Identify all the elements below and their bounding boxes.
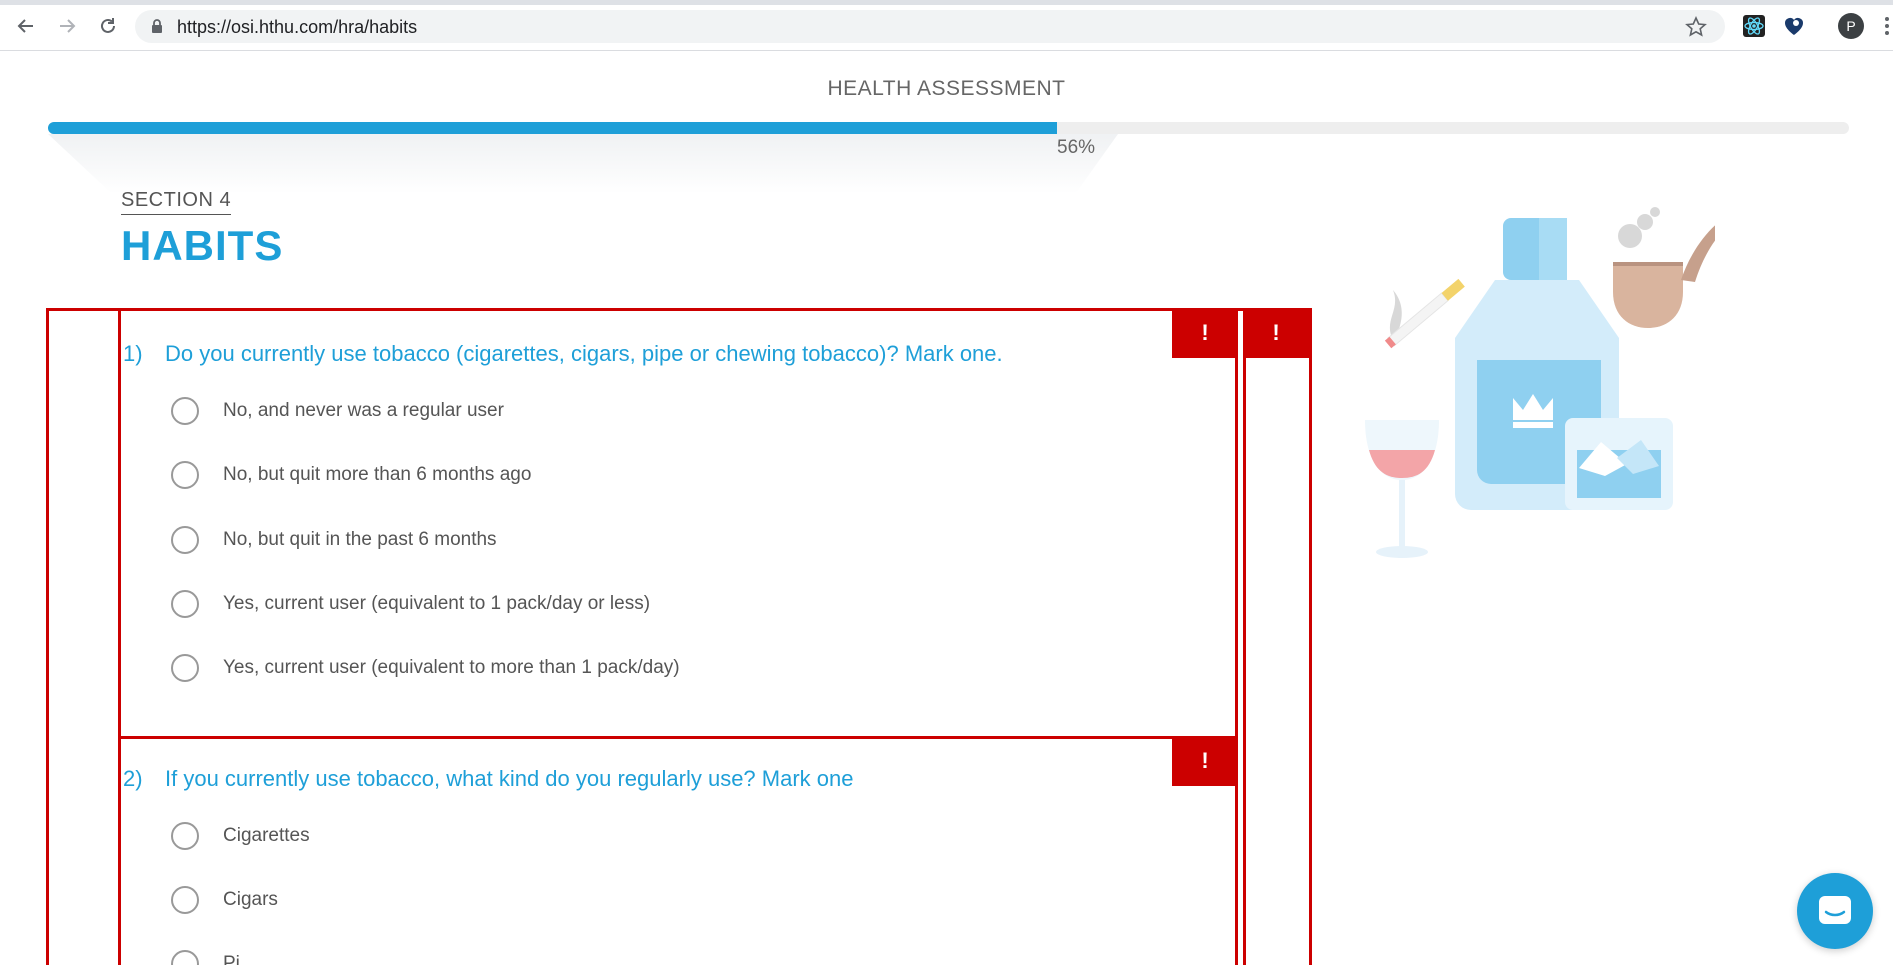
question-2-option[interactable]: Pi... xyxy=(171,950,256,965)
option-label: Cigars xyxy=(223,889,278,910)
option-label: Yes, current user (equivalent to 1 pack/… xyxy=(223,593,651,614)
progress-shadow xyxy=(48,134,1118,194)
back-button[interactable] xyxy=(14,14,38,38)
option-label: Cigarettes xyxy=(223,825,310,846)
extension-react-icon[interactable] xyxy=(1742,14,1766,38)
reload-icon xyxy=(101,18,115,33)
error-badge-side: ! xyxy=(1243,308,1309,358)
tab-strip-edge xyxy=(0,0,1893,5)
profile-avatar[interactable]: P xyxy=(1838,13,1864,39)
radio-button[interactable] xyxy=(171,397,199,425)
chat-launcher-button[interactable] xyxy=(1797,873,1873,949)
browser-toolbar: https://osi.hthu.com/hra/habits P xyxy=(0,0,1893,51)
option-label: Yes, current user (equivalent to more th… xyxy=(223,657,680,678)
radio-button[interactable] xyxy=(171,526,199,554)
chat-icon xyxy=(1819,896,1851,924)
error-badge-question-1: ! xyxy=(1172,308,1238,358)
question-1-number: 1) xyxy=(123,341,143,366)
extension-heart-icon[interactable] xyxy=(1782,14,1806,38)
question-1: ! 1) Do you currently use tobacco (cigare… xyxy=(118,308,1238,739)
address-bar[interactable]: https://osi.hthu.com/hra/habits xyxy=(135,10,1725,43)
question-2-text: 2) If you currently use tobacco, what kin… xyxy=(123,766,853,792)
question-1-option[interactable]: No, but quit in the past 6 months xyxy=(171,526,497,554)
progress-percent-label: 56% xyxy=(1057,137,1096,158)
url-text: https://osi.hthu.com/hra/habits xyxy=(177,17,418,37)
section-label: SECTION 4 xyxy=(121,189,232,215)
radio-button[interactable] xyxy=(171,886,199,914)
reload-button[interactable] xyxy=(96,14,120,38)
wine-glass-icon xyxy=(1365,420,1439,558)
option-label: Pi... xyxy=(223,953,256,965)
radio-button[interactable] xyxy=(171,822,199,850)
forward-button[interactable] xyxy=(55,14,79,38)
question-1-option[interactable]: Yes, current user (equivalent to more th… xyxy=(171,654,680,682)
progress-fill xyxy=(48,122,1057,134)
section-title: HABITS xyxy=(121,222,284,269)
question-2-number: 2) xyxy=(123,766,143,791)
radio-button[interactable] xyxy=(171,590,199,618)
question-2: ! 2) If you currently use tobacco, what k… xyxy=(118,736,1238,965)
error-badge-question-2: ! xyxy=(1172,736,1238,786)
question-2-label: If you currently use tobacco, what kind … xyxy=(165,766,854,791)
question-1-label: Do you currently use tobacco (cigarettes… xyxy=(165,341,1003,366)
question-2-option[interactable]: Cigars xyxy=(171,886,278,914)
arrow-left-icon xyxy=(17,19,33,33)
ice-glass-icon xyxy=(1565,418,1673,510)
habits-illustration xyxy=(1365,207,1715,558)
question-1-option[interactable]: No, and never was a regular user xyxy=(171,397,504,425)
arrow-right-icon xyxy=(60,19,76,33)
pipe-icon xyxy=(1613,207,1715,328)
assessment-title: HEALTH ASSESSMENT xyxy=(827,77,1066,100)
radio-button[interactable] xyxy=(171,461,199,489)
option-label: No, but quit more than 6 months ago xyxy=(223,464,532,485)
radio-button[interactable] xyxy=(171,950,199,965)
lock-icon xyxy=(152,19,162,33)
option-label: No, but quit in the past 6 months xyxy=(223,529,497,550)
question-1-option[interactable]: Yes, current user (equivalent to 1 pack/… xyxy=(171,590,650,618)
radio-button[interactable] xyxy=(171,654,199,682)
menu-kebab-icon[interactable] xyxy=(1884,16,1890,36)
question-2-option[interactable]: Cigarettes xyxy=(171,822,310,850)
option-label: No, and never was a regular user xyxy=(223,400,504,421)
star-icon[interactable] xyxy=(1685,16,1707,38)
validation-side-column xyxy=(1243,308,1312,965)
question-1-option[interactable]: No, but quit more than 6 months ago xyxy=(171,461,531,489)
question-1-text: 1) Do you currently use tobacco (cigarett… xyxy=(123,341,1003,367)
